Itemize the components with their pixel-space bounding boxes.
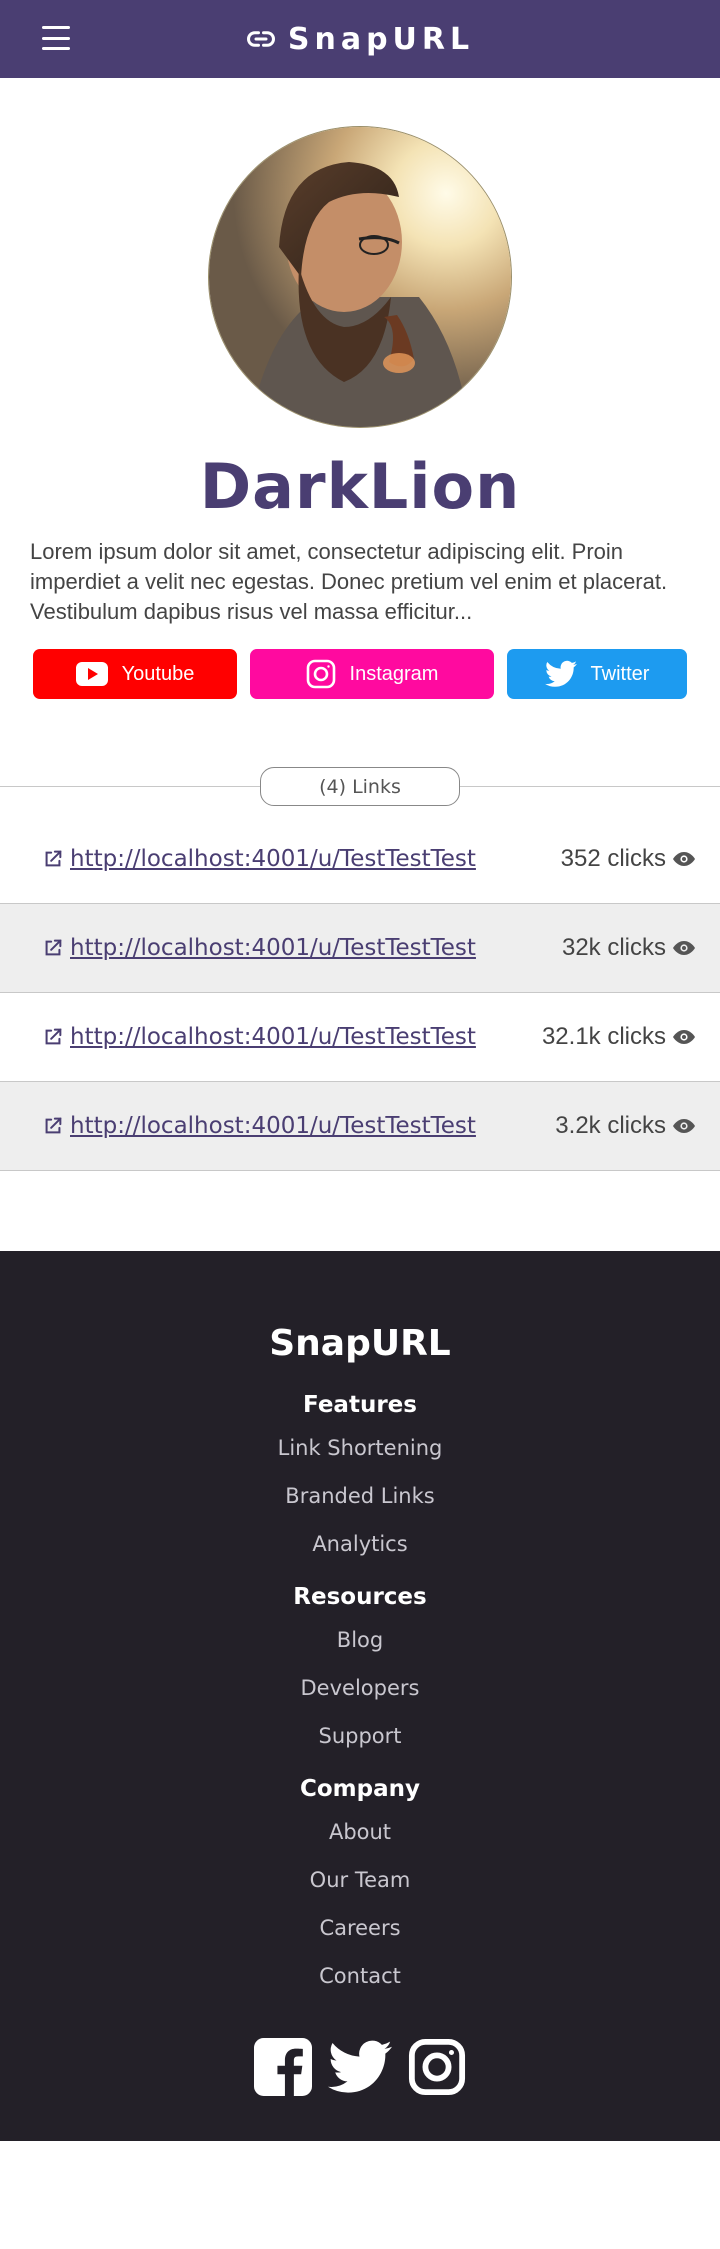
footer-link[interactable]: Our Team (310, 1868, 411, 1892)
twitter-icon[interactable] (328, 2038, 392, 2101)
links-count-badge: (4) Links (260, 767, 460, 806)
avatar (208, 126, 512, 428)
hamburger-menu-icon[interactable] (42, 26, 70, 50)
links-header: (4) Links (0, 767, 720, 806)
footer-brand[interactable]: SnapURL (269, 1323, 451, 1364)
instagram-button[interactable]: Instagram (250, 649, 494, 699)
click-count: 32k clicks (562, 934, 696, 962)
footer-heading: Resources (293, 1584, 427, 1610)
instagram-icon (306, 659, 335, 689)
brand-name: SnapURL (287, 21, 475, 57)
external-link-icon (45, 1117, 62, 1134)
footer-group-resources: Resources Blog Developers Support (293, 1556, 426, 1748)
twitter-icon (544, 660, 577, 687)
top-navbar: SnapURL (0, 0, 720, 78)
click-count: 32.1k clicks (542, 1023, 696, 1051)
site-footer: SnapURL Features Link Shortening Branded… (0, 1251, 720, 2141)
list-item: http://localhost:4001/u/TestTestTest 32k… (0, 904, 720, 993)
list-item: http://localhost:4001/u/TestTestTest 32.… (0, 993, 720, 1082)
short-link[interactable]: http://localhost:4001/u/TestTestTest (70, 1024, 476, 1050)
instagram-icon[interactable] (408, 2038, 466, 2101)
profile-bio: Lorem ipsum dolor sit amet, consectetur … (30, 539, 668, 624)
click-count-label: 32.1k clicks (541, 1023, 666, 1050)
footer-link[interactable]: Support (318, 1724, 401, 1748)
eye-icon (673, 941, 695, 955)
external-link-icon (45, 939, 62, 956)
click-count: 352 clicks (561, 845, 696, 873)
footer-link[interactable]: Branded Links (285, 1484, 434, 1508)
eye-icon (673, 852, 695, 866)
click-count-label: 352 clicks (560, 845, 666, 872)
footer-heading: Company (300, 1776, 420, 1802)
footer-link[interactable]: Developers (301, 1676, 420, 1700)
external-link-icon (45, 1028, 62, 1045)
footer-group-company: Company About Our Team Careers Contact (300, 1748, 420, 1988)
brand-logo[interactable]: SnapURL (246, 22, 474, 57)
social-buttons: Youtube Instagram Twitter (33, 649, 687, 699)
link-list: http://localhost:4001/u/TestTestTest 352… (0, 815, 720, 1171)
youtube-icon (75, 662, 108, 686)
twitter-button[interactable]: Twitter (507, 649, 687, 699)
twitter-label: Twitter (590, 662, 650, 685)
list-item: http://localhost:4001/u/TestTestTest 352… (0, 815, 720, 904)
facebook-icon[interactable] (254, 2038, 312, 2101)
profile-username: DarkLion (199, 450, 521, 523)
click-count: 3.2k clicks (555, 1112, 696, 1140)
short-link[interactable]: http://localhost:4001/u/TestTestTest (70, 935, 476, 961)
list-item: http://localhost:4001/u/TestTestTest 3.2… (0, 1082, 720, 1171)
footer-link[interactable]: Contact (319, 1964, 401, 1988)
external-link-icon (45, 850, 62, 867)
link-chain-icon (246, 31, 275, 47)
profile-section: DarkLion Lorem ipsum dolor sit amet, con… (0, 78, 720, 699)
links-section: (4) Links http://localhost:4001/u/TestTe… (0, 767, 720, 1171)
eye-icon (673, 1030, 695, 1044)
eye-icon (673, 1119, 695, 1133)
footer-link[interactable]: Careers (319, 1916, 400, 1940)
youtube-label: Youtube (121, 662, 195, 685)
short-link[interactable]: http://localhost:4001/u/TestTestTest (70, 1113, 476, 1139)
footer-link[interactable]: About (329, 1820, 391, 1844)
footer-link[interactable]: Blog (337, 1628, 383, 1652)
instagram-label: Instagram (349, 662, 439, 685)
footer-heading: Features (303, 1392, 417, 1418)
short-link[interactable]: http://localhost:4001/u/TestTestTest (70, 846, 476, 872)
footer-social-icons (254, 2038, 466, 2101)
footer-link[interactable]: Analytics (312, 1532, 407, 1556)
footer-link[interactable]: Link Shortening (278, 1436, 443, 1460)
click-count-label: 3.2k clicks (555, 1112, 666, 1139)
footer-group-features: Features Link Shortening Branded Links A… (278, 1364, 443, 1556)
click-count-label: 32k clicks (561, 934, 666, 961)
youtube-button[interactable]: Youtube (33, 649, 237, 699)
